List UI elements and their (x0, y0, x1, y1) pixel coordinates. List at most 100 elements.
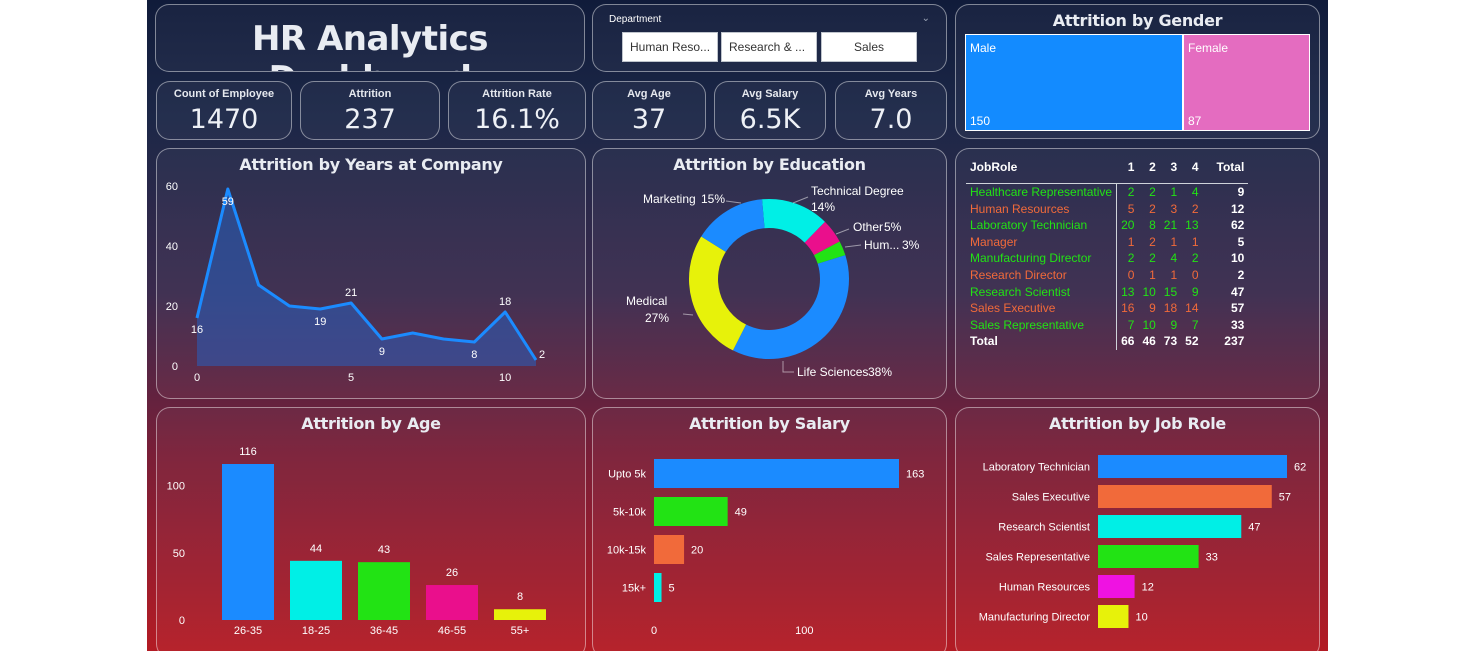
table-cell: 10 (1142, 284, 1156, 299)
y-tick-label: Laboratory Technician (983, 462, 1090, 474)
kpi-value: 237 (344, 104, 396, 135)
table-row[interactable]: Healthcare Representative 2 2 1 4 9 (966, 182, 1249, 201)
data-label: 20 (691, 545, 703, 557)
data-label: 59 (222, 196, 234, 208)
column-header[interactable]: JobRole (966, 157, 1117, 184)
y-tick-label: Human Resources (999, 582, 1091, 594)
salary-chart-card: Attrition by Salary Upto 5k 163 5k-10k 49 10… (592, 407, 947, 651)
data-label: 8 (517, 591, 523, 603)
table-row[interactable]: Sales Executive 16 9 18 14 57 (966, 300, 1248, 317)
bar (1098, 515, 1242, 538)
table-cell: 16 (1121, 301, 1135, 316)
slice-label: Hum... (864, 238, 899, 252)
table-row[interactable]: Sales Representative 7 10 9 7 33 (966, 316, 1248, 334)
jobrole-bar-chart: Laboratory Technician 62 Sales Executive 57… (979, 455, 1306, 628)
bar (426, 585, 478, 620)
table-cell: Manager (966, 233, 1118, 251)
y-tick-label: 10k-15k (607, 545, 647, 557)
slice-label: Technical Degree (811, 184, 904, 198)
column-header[interactable]: 1 (1117, 157, 1139, 184)
table-cell: 9 (1202, 182, 1249, 201)
slicer-option-sales[interactable]: Sales (821, 32, 917, 62)
table-cell: 15 (1163, 284, 1178, 299)
bar (290, 560, 342, 620)
gender-value: 150 (970, 114, 991, 128)
x-tick-label: 5 (348, 372, 354, 384)
table-row[interactable]: Research Director 0 1 1 0 2 (966, 266, 1248, 284)
table-cell: Research Scientist (966, 283, 1118, 301)
bar (654, 573, 662, 602)
table-cell: Laboratory Technician (966, 217, 1118, 234)
data-label: 9 (379, 346, 385, 358)
donut-slice (732, 255, 849, 359)
x-tick-label: 55+ (511, 625, 530, 637)
column-header[interactable]: 2 (1138, 157, 1159, 184)
table-cell: 7 (1191, 317, 1199, 332)
x-tick-label: 0 (194, 372, 200, 384)
kpi-value: 37 (631, 104, 667, 135)
data-label: 49 (735, 507, 747, 519)
age-chart-card: Attrition by Age 0 50 100 116 26-35 44 18-25 43… (156, 407, 586, 651)
bar (494, 609, 546, 620)
kpi-card-attrition: Attrition 237 (300, 81, 440, 140)
salary-bar-chart: Upto 5k 163 5k-10k 49 10k-15k 20 15k+ 5 0 100 (607, 459, 924, 637)
table-cell: Healthcare Representative (966, 182, 1118, 201)
y-tick-label: 0 (172, 361, 178, 373)
table-row[interactable]: Laboratory Technician 20 8 21 13 62 (966, 217, 1248, 234)
data-label: 19 (314, 316, 326, 328)
y-tick-label: 50 (173, 548, 185, 560)
table-cell: Manufacturing Director (966, 250, 1118, 267)
bar (1098, 485, 1272, 508)
donut-slice (689, 236, 747, 351)
y-tick-label: Manufacturing Director (979, 612, 1091, 624)
data-label: 26 (446, 567, 458, 579)
column-header[interactable]: 4 (1181, 157, 1202, 184)
slice-label: Marketing (643, 192, 696, 206)
table-cell: 2 (1191, 201, 1199, 216)
table-cell: 3 (1170, 201, 1178, 216)
table-cell: 21 (1163, 218, 1178, 233)
slicer-option-human-resources[interactable]: Human Reso... (622, 32, 718, 62)
education-chart-card: Attrition by Education Technical Degree 1… (592, 148, 947, 399)
table-cell: Research Director (966, 266, 1118, 284)
column-header[interactable]: 3 (1160, 157, 1181, 184)
table-row[interactable]: Manager 1 2 1 1 5 (966, 233, 1248, 251)
x-tick-label: 0 (651, 625, 657, 637)
leader-line (782, 361, 794, 373)
table-row[interactable]: Research Scientist 13 10 15 9 47 (966, 283, 1248, 301)
gender-female-box[interactable]: Female 87 (1183, 34, 1310, 131)
table-row[interactable]: Manufacturing Director 2 2 4 2 10 (966, 250, 1248, 267)
bar (1098, 455, 1287, 478)
table-cell: 2 (1237, 267, 1245, 282)
kpi-card-avg-years: Avg Years 7.0 (835, 81, 947, 140)
slicer-option-research[interactable]: Research & ... (721, 32, 817, 62)
dashboard: HR Analytics Dashboard Department ⌄ Huma… (147, 0, 1328, 651)
kpi-label: Attrition (348, 88, 392, 100)
table-cell: 5 (1237, 234, 1245, 249)
table-cell: 1 (1127, 234, 1135, 249)
column-header[interactable]: Total (1203, 157, 1249, 184)
table-cell: 1 (1170, 234, 1178, 249)
slice-label: Life Sciences (797, 365, 868, 379)
y-tick-label: Sales Executive (1012, 492, 1090, 504)
table-cell: 13 (1185, 218, 1199, 233)
table-cell: 57 (1230, 301, 1245, 316)
gender-label: Female (1188, 41, 1229, 55)
gender-male-box[interactable]: Male 150 (965, 34, 1183, 131)
x-tick-label: 26-35 (234, 625, 262, 637)
table-cell: 12 (1230, 201, 1245, 216)
table-cell: 2 (1149, 234, 1156, 249)
data-label: 116 (239, 446, 257, 458)
slice-pct: 38% (868, 365, 892, 379)
table-row[interactable]: Human Resources 5 2 3 2 12 (966, 200, 1248, 218)
table-cell: 4 (1170, 251, 1178, 266)
slicer-label: Department (609, 14, 662, 25)
data-label: 47 (1248, 522, 1260, 534)
y-tick-label: 60 (166, 181, 178, 193)
bar (222, 464, 274, 620)
x-tick-label: 46-55 (438, 625, 466, 637)
chevron-down-icon[interactable]: ⌄ (922, 13, 930, 24)
kpi-label: Attrition Rate (482, 88, 552, 100)
slice-pct: 3% (902, 238, 920, 252)
kpi-card-count-of-employee: Count of Employee 1470 (156, 81, 292, 140)
